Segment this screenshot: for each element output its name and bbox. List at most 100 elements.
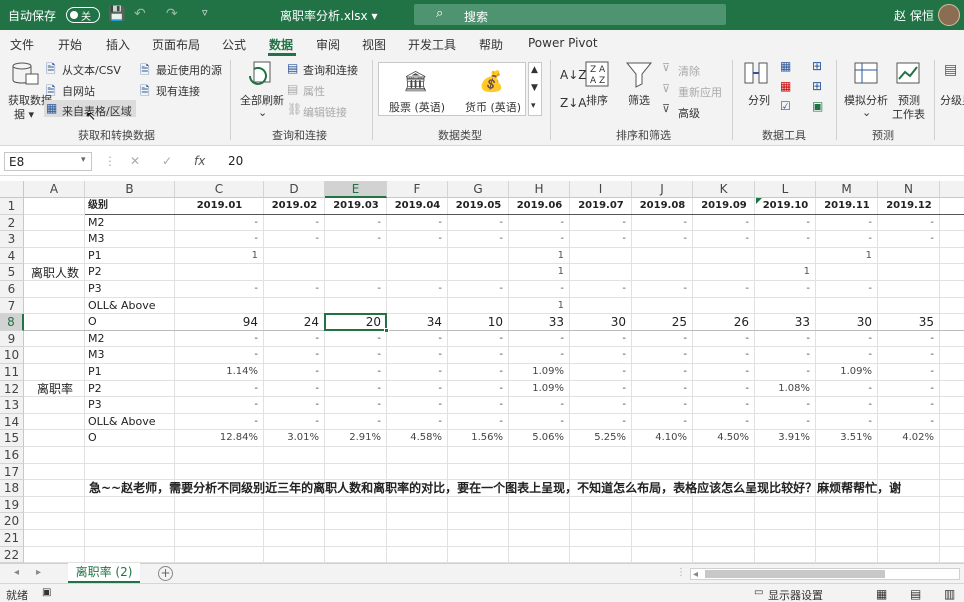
row-header-10[interactable]: 10 xyxy=(0,347,24,364)
properties-button[interactable]: 属性 xyxy=(303,83,325,99)
sort-button[interactable]: 排序 xyxy=(586,92,608,108)
consolidate-icon[interactable]: ⊞ xyxy=(812,59,822,73)
row-header-9[interactable]: 9 xyxy=(0,331,24,347)
worksheet-grid[interactable]: ABCDEFGHIJKLMNO 123456789101112131415161… xyxy=(0,181,964,563)
scroll-left-icon[interactable]: ◂ xyxy=(693,569,698,580)
manage-data-model-icon[interactable]: ▣ xyxy=(812,99,823,113)
clear-button[interactable]: 清除 xyxy=(678,63,700,79)
column-header-m[interactable]: M xyxy=(816,181,878,198)
relationships-icon[interactable]: ⊞ xyxy=(812,79,822,93)
cancel-icon[interactable]: ✕ xyxy=(130,154,140,168)
data-validation-icon[interactable]: ☑ xyxy=(780,99,791,113)
chevron-down-icon[interactable]: ▼ xyxy=(531,83,538,93)
more-icon[interactable]: ▾ xyxy=(531,101,536,111)
row-header-1[interactable]: 1 xyxy=(0,198,24,215)
column-header-e[interactable]: E xyxy=(325,181,387,198)
column-header-j[interactable]: J xyxy=(632,181,693,198)
existing-connections-button[interactable]: 现有连接 xyxy=(156,83,200,99)
save-icon[interactable]: 💾 xyxy=(108,6,125,22)
from-text-csv-button[interactable]: 从文本/CSV xyxy=(62,62,121,78)
chevron-up-icon[interactable]: ▲ xyxy=(531,65,538,75)
row-header-2[interactable]: 2 xyxy=(0,215,24,231)
row-header-6[interactable]: 6 xyxy=(0,281,24,298)
file-name[interactable]: 离职率分析.xlsx ▾ xyxy=(280,7,377,24)
select-all-corner[interactable] xyxy=(0,181,24,198)
display-settings-button[interactable]: 显示器设置 xyxy=(768,587,823,602)
forecast-sheet-button-line2[interactable]: 工作表 xyxy=(892,106,925,122)
from-web-button[interactable]: 自网站 xyxy=(62,83,95,99)
chevron-down-icon[interactable]: ▾ xyxy=(81,155,86,165)
queries-connections-button[interactable]: 查询和连接 xyxy=(303,62,358,78)
customize-toolbar-icon[interactable]: ▿ xyxy=(202,6,208,19)
chevron-down-icon[interactable]: ⌄ xyxy=(258,106,267,119)
row-header-13[interactable]: 13 xyxy=(0,397,24,414)
column-header-g[interactable]: G xyxy=(448,181,509,198)
page-break-view-icon[interactable]: ▥ xyxy=(944,587,955,601)
chevron-down-icon[interactable]: ⌄ xyxy=(862,106,871,119)
text-to-columns-button[interactable]: 分列 xyxy=(748,92,770,108)
column-header-i[interactable]: I xyxy=(570,181,632,198)
scroll-right-icon[interactable]: ▸ xyxy=(36,567,41,578)
row-header-8[interactable]: 8 xyxy=(0,314,24,331)
row-header-12[interactable]: 12 xyxy=(0,381,24,397)
tab-help[interactable]: 帮助 xyxy=(479,36,503,53)
page-layout-view-icon[interactable]: ▤ xyxy=(910,587,921,601)
add-sheet-button[interactable]: + xyxy=(158,566,173,581)
column-header-f[interactable]: F xyxy=(387,181,448,198)
enter-icon[interactable]: ✓ xyxy=(162,154,172,168)
user-name[interactable]: 赵 保恒 xyxy=(894,7,934,24)
row-header-11[interactable]: 11 xyxy=(0,364,24,381)
row-header-14[interactable]: 14 xyxy=(0,414,24,430)
undo-icon[interactable]: ↶ xyxy=(134,6,146,22)
filter-button[interactable]: 筛选 xyxy=(628,92,650,108)
currency-button[interactable]: 货币 (英语) xyxy=(465,99,521,115)
column-header-k[interactable]: K xyxy=(693,181,755,198)
row-header-21[interactable]: 21 xyxy=(0,530,24,547)
redo-icon[interactable]: ↷ xyxy=(166,6,178,22)
autosave-toggle[interactable]: 关 xyxy=(66,7,100,23)
fill-handle[interactable] xyxy=(384,328,389,333)
row-header-17[interactable]: 17 xyxy=(0,464,24,480)
scroll-left-icon[interactable]: ◂ xyxy=(14,567,19,578)
column-header-a[interactable]: A xyxy=(24,181,85,198)
flash-fill-icon[interactable]: ▦ xyxy=(780,59,791,73)
row-header-20[interactable]: 20 xyxy=(0,513,24,530)
avatar[interactable] xyxy=(938,4,960,26)
tab-home[interactable]: 开始 xyxy=(58,36,82,53)
reapply-button[interactable]: 重新应用 xyxy=(678,84,722,100)
scrollbar-thumb[interactable] xyxy=(705,570,885,578)
search-box[interactable]: ⌕ 搜索 xyxy=(414,4,726,25)
row-header-5[interactable]: 5 xyxy=(0,264,24,281)
stocks-button[interactable]: 股票 (英语) xyxy=(389,99,445,115)
edit-links-button[interactable]: 编辑链接 xyxy=(303,104,347,120)
active-cell-E8[interactable] xyxy=(324,313,389,333)
row-header-3[interactable]: 3 xyxy=(0,231,24,248)
macro-record-icon[interactable]: ▣ xyxy=(42,587,51,598)
sort-za-icon[interactable]: Z↓A xyxy=(560,96,586,110)
get-data-dropdown[interactable]: 据 ▾ xyxy=(14,106,34,122)
sheet-tab-active[interactable]: 离职率 (2) xyxy=(68,563,140,583)
gallery-scroll[interactable]: ▲ ▼ ▾ xyxy=(528,62,542,116)
column-header-c[interactable]: C xyxy=(175,181,264,198)
from-table-range-button[interactable]: 来自表格/区域 xyxy=(62,103,132,119)
tab-insert[interactable]: 插入 xyxy=(106,36,130,53)
tab-view[interactable]: 视图 xyxy=(362,36,386,53)
name-box[interactable]: E8 ▾ xyxy=(4,152,92,171)
tab-developer[interactable]: 开发工具 xyxy=(408,36,456,53)
tab-page-layout[interactable]: 页面布局 xyxy=(152,36,200,53)
tab-review[interactable]: 审阅 xyxy=(316,36,340,53)
column-header-o[interactable]: O xyxy=(940,181,964,198)
column-header-n[interactable]: N xyxy=(878,181,940,198)
column-header-b[interactable]: B xyxy=(85,181,175,198)
formula-input[interactable]: 20 xyxy=(228,154,243,168)
tab-power-pivot[interactable]: Power Pivot xyxy=(528,36,598,50)
tab-data[interactable]: 数据 xyxy=(269,36,293,53)
remove-duplicates-icon[interactable]: ▦ xyxy=(780,79,791,93)
insert-function-icon[interactable]: fx xyxy=(194,154,205,168)
row-header-19[interactable]: 19 xyxy=(0,497,24,513)
row-header-18[interactable]: 18 xyxy=(0,480,24,497)
row-header-16[interactable]: 16 xyxy=(0,447,24,464)
row-header-7[interactable]: 7 xyxy=(0,298,24,314)
recent-sources-button[interactable]: 最近使用的源 xyxy=(156,62,222,78)
column-header-h[interactable]: H xyxy=(509,181,570,198)
